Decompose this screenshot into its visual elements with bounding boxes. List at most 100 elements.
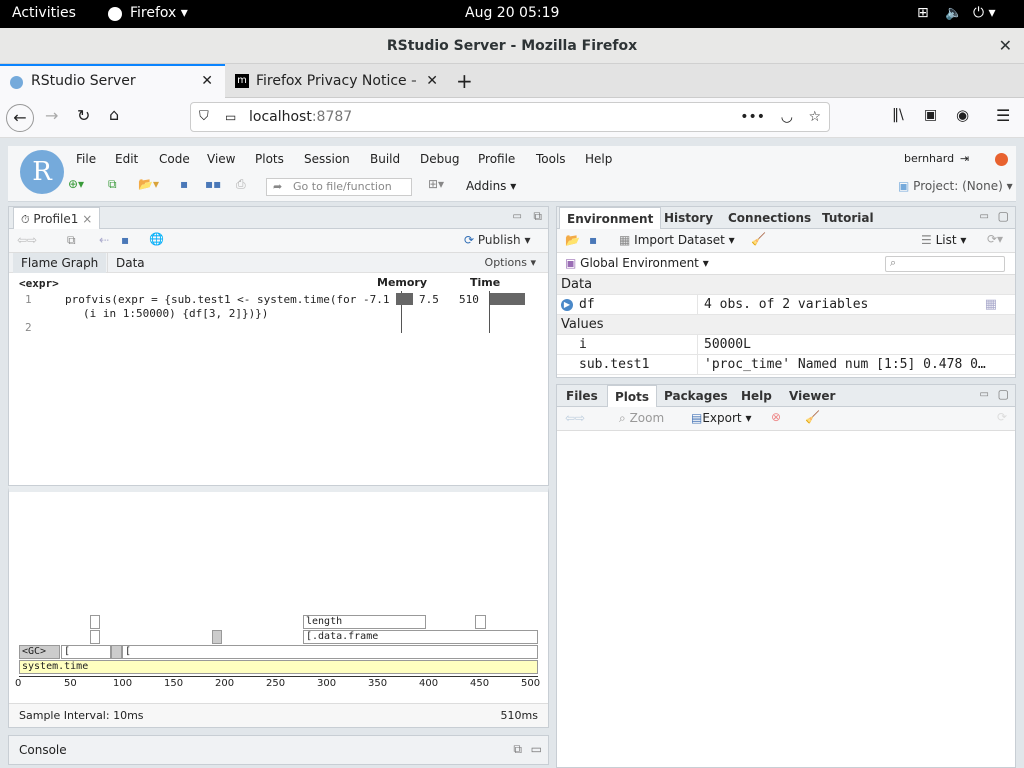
tab-history[interactable]: History (657, 207, 720, 229)
flame-block[interactable] (111, 645, 122, 659)
flame-block[interactable] (90, 615, 100, 629)
tab-data[interactable]: Data (107, 253, 153, 273)
browser-tab-rstudio[interactable]: RStudio Server ✕ (0, 64, 225, 98)
page-actions-icon[interactable]: ••• (740, 103, 765, 131)
tab-flame-graph[interactable]: Flame Graph (13, 253, 107, 273)
zoom-button[interactable]: ⌕ Zoom (619, 411, 664, 426)
publish-button[interactable]: ⟳ Publish ▾ (464, 233, 531, 247)
flame-block[interactable] (475, 615, 486, 629)
env-search-input[interactable]: ⌕ (885, 256, 1005, 272)
import-dataset-button[interactable]: ▦ Import Dataset ▾ (619, 233, 735, 247)
browser-tab-privacy[interactable]: m Firefox Privacy Notice — ✕ (225, 64, 450, 98)
new-file-icon[interactable]: ⊕▾ (68, 177, 84, 191)
flame-block-bracket[interactable]: [ (61, 645, 111, 659)
open-in-window-icon[interactable]: ⧉ (67, 233, 76, 248)
console-pane[interactable]: Console ⧉ ▭ (8, 735, 549, 765)
tab-tutorial[interactable]: Tutorial (815, 207, 881, 229)
url-bar[interactable]: ⛉ ▭ localhost:8787 ••• ◡ ☆ (190, 102, 830, 132)
menu-build[interactable]: Build (370, 152, 400, 166)
clock[interactable]: Aug 20 05:19 (465, 5, 559, 21)
menu-view[interactable]: View (207, 152, 235, 166)
tab-packages[interactable]: Packages (657, 385, 735, 407)
shield-icon[interactable]: ⛉ (199, 103, 209, 131)
tab-plots[interactable]: Plots (607, 385, 658, 407)
env-row-subtest1[interactable]: sub.test1 'proc_time' Named num [1:5] 0.… (557, 355, 1015, 375)
view-data-icon[interactable]: ▦ (985, 295, 997, 315)
project-menu[interactable]: ▣ Project: (None) ▾ (898, 179, 1013, 193)
menu-help[interactable]: Help (585, 152, 612, 166)
signout-icon[interactable]: ⇥ (960, 152, 969, 165)
maximize-pane-icon[interactable]: ⧉ (533, 209, 542, 224)
clear-plots-icon[interactable]: 🧹 (805, 410, 820, 424)
options-menu[interactable]: Options ▾ (485, 256, 536, 269)
maximize-pane-icon[interactable]: ▢ (998, 209, 1009, 223)
flame-block-systemtime[interactable]: system.time (19, 660, 538, 674)
menu-profile[interactable]: Profile (478, 152, 515, 166)
addins-menu[interactable]: Addins ▾ (466, 179, 516, 193)
restore-pane-icon[interactable]: ⧉ (513, 742, 522, 757)
save-icon[interactable]: ▪ (180, 177, 188, 191)
refresh-icon[interactable]: ⟳▾ (987, 232, 1003, 246)
minimize-pane-icon[interactable]: ▭ (980, 389, 989, 400)
minimize-pane-icon[interactable]: ▭ (513, 211, 522, 222)
bookmark-star-icon[interactable]: ☆ (808, 103, 821, 131)
publish-to-web-icon[interactable]: 🌐 (149, 232, 164, 246)
open-file-icon[interactable]: 📂▾ (138, 177, 159, 191)
back-icon[interactable]: ⇦⇨ (17, 233, 37, 247)
flame-block[interactable] (90, 630, 100, 644)
menu-debug[interactable]: Debug (420, 152, 459, 166)
lock-icon[interactable]: ▭ (225, 103, 236, 131)
list-view-menu[interactable]: ☰ List ▾ (921, 233, 966, 247)
save-profile-icon[interactable]: ▪ (121, 233, 129, 247)
maximize-pane-icon[interactable]: ▢ (998, 387, 1009, 401)
env-row-i[interactable]: i 50000L (557, 335, 1015, 355)
menu-session[interactable]: Session (304, 152, 350, 166)
home-icon[interactable]: ⌂ (109, 105, 119, 124)
close-tab-icon[interactable]: ✕ (201, 64, 213, 98)
maximize-pane-icon[interactable]: ▭ (531, 742, 542, 756)
hamburger-menu-icon[interactable]: ☰ (996, 106, 1010, 125)
flame-block[interactable] (212, 630, 222, 644)
load-workspace-icon[interactable]: 📂 (565, 233, 580, 247)
menu-edit[interactable]: Edit (115, 152, 138, 166)
pocket-icon[interactable]: ◡ (781, 103, 793, 131)
tab-environment[interactable]: Environment (559, 207, 662, 229)
pane-layout-icon[interactable]: ⊞▾ (428, 177, 444, 191)
power-icon[interactable]: ⏻ ▾ (973, 5, 996, 21)
tab-connections[interactable]: Connections (721, 207, 818, 229)
menu-code[interactable]: Code (159, 152, 190, 166)
minimize-pane-icon[interactable]: ▭ (980, 211, 989, 222)
print-icon[interactable]: ⎙ (236, 177, 246, 192)
network-icon[interactable]: ⊞ (917, 5, 929, 21)
flame-block-bracket[interactable]: [ (122, 645, 538, 659)
clear-broom-icon[interactable]: 🧹 (751, 232, 766, 246)
new-tab-icon[interactable]: + (456, 64, 473, 98)
save-all-icon[interactable]: ▪▪ (205, 177, 221, 191)
save-workspace-icon[interactable]: ▪ (589, 233, 597, 247)
menu-plots[interactable]: Plots (255, 152, 284, 166)
volume-icon[interactable]: 🔈 (945, 5, 962, 21)
sidebar-icon[interactable]: ▣ (924, 107, 937, 123)
library-icon[interactable]: ‖\ (892, 107, 904, 123)
console-tab[interactable]: Console (19, 743, 67, 757)
activities-button[interactable]: Activities (12, 5, 76, 21)
flame-block-gc[interactable]: <GC> (19, 645, 60, 659)
account-icon[interactable]: ◉ (956, 106, 969, 124)
back-icon[interactable]: ← (6, 104, 34, 132)
close-tab-icon[interactable]: ✕ (426, 64, 438, 98)
prev-plot-icon[interactable]: ⇦⇨ (565, 411, 585, 425)
new-project-icon[interactable]: ⧉ (108, 177, 117, 192)
tab-profile1[interactable]: ⏱ Profile1 × (13, 207, 101, 229)
global-env-menu[interactable]: ▣ Global Environment ▾ (565, 256, 709, 270)
close-window-icon[interactable]: ✕ (999, 28, 1012, 64)
menu-tools[interactable]: Tools (536, 152, 566, 166)
undo-icon[interactable]: ⇠ (99, 233, 109, 247)
tab-help[interactable]: Help (734, 385, 779, 407)
menu-file[interactable]: File (76, 152, 96, 166)
flame-block-length[interactable]: length (303, 615, 426, 629)
tab-files[interactable]: Files (559, 385, 605, 407)
forward-icon[interactable]: → (45, 106, 58, 125)
reload-icon[interactable]: ↻ (77, 106, 90, 125)
tab-viewer[interactable]: Viewer (782, 385, 842, 407)
app-menu[interactable]: Firefox ▾ (130, 5, 188, 21)
